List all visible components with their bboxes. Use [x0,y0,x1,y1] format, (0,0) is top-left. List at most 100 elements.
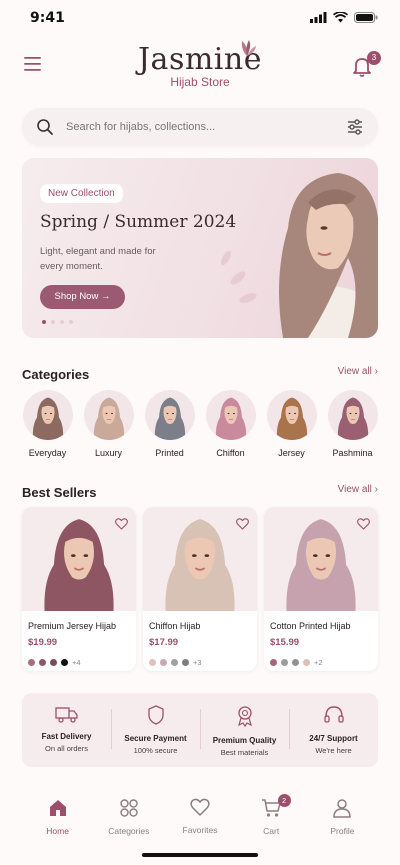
home-icon [48,800,68,822]
hero-model-image [220,173,378,338]
product-card[interactable]: Chiffon Hijab $17.99 +3 [143,507,257,671]
color-swatch[interactable] [61,659,68,666]
color-swatch[interactable] [182,659,189,666]
carousel-dot[interactable] [51,320,55,324]
tab-home[interactable]: Home [22,790,93,844]
category-list: Everyday Luxury Printed Chiffon Jersey P [22,390,382,458]
favorite-heart-icon[interactable] [357,515,370,534]
category-item[interactable]: Everyday [22,390,73,458]
brand-subtitle: Hijab Store [170,75,230,89]
feature-subtitle: Best materials [220,748,269,757]
menu-icon[interactable] [24,56,44,76]
section-title: Best Sellers [22,485,97,500]
favorite-heart-icon[interactable] [115,515,128,534]
category-item[interactable]: Printed [144,390,195,458]
feature-item: Premium Quality Best materials [200,693,289,767]
tab-label: Cart [263,826,280,836]
search-input[interactable] [66,117,326,137]
tab-categories[interactable]: Categories [93,790,164,844]
tab-cart[interactable]: Cart 2 [236,790,307,844]
tab-profile[interactable]: Profile [307,790,378,844]
view-all-categories-link[interactable]: View all › [338,366,378,377]
color-swatches: +4 [28,658,130,667]
color-swatches: +2 [270,658,372,667]
tab-label: Favorites [182,825,218,835]
filter-icon[interactable] [346,118,364,136]
best-sellers-header: Best Sellers View all › [22,482,378,502]
tab-label: Categories [108,826,150,836]
more-colors-count: +4 [72,658,81,667]
color-swatch[interactable] [171,659,178,666]
category-item[interactable]: Jersey [266,390,317,458]
category-image [266,390,317,440]
new-collection-pill: New Collection [40,184,123,203]
signal-icon [310,12,327,23]
category-item[interactable]: Pashmina [327,390,378,458]
product-price: $17.99 [149,637,179,648]
category-label: Jersey [278,448,305,458]
category-item[interactable]: Chiffon [205,390,256,458]
feature-item: Fast Delivery On all orders [22,693,111,767]
category-image [327,390,378,440]
color-swatch[interactable] [292,659,299,666]
feature-item: 24/7 Support We're here [289,693,378,767]
notification-button[interactable]: 3 [352,51,381,78]
view-all-label: View all [337,366,372,377]
favorite-heart-icon[interactable] [236,515,249,534]
color-swatch[interactable] [28,659,35,666]
product-list: Premium Jersey Hijab $19.99 +4 Chiffon H… [22,507,378,671]
hero-banner[interactable]: New Collection Spring / Summer 2024 Ligh… [22,158,378,338]
category-label: Everyday [28,448,67,458]
product-name: Premium Jersey Hijab [28,621,117,631]
status-time: 9:41 [30,10,65,26]
color-swatch[interactable] [303,659,310,666]
color-swatch[interactable] [39,659,46,666]
color-swatch[interactable] [281,659,288,666]
product-price: $19.99 [28,637,58,648]
shop-now-button[interactable]: Shop Now → [40,285,125,309]
leaf-logo-icon [241,40,256,56]
status-bar: 9:41 [0,0,400,40]
carousel-dot[interactable] [60,320,64,324]
view-all-bestsellers-link[interactable]: View all › [338,484,378,495]
product-card[interactable]: Cotton Printed Hijab $15.99 +2 [264,507,378,671]
view-all-label: View all [337,484,372,495]
color-swatch[interactable] [270,659,277,666]
battery-icon [354,12,378,23]
truck-icon [54,707,79,727]
product-card[interactable]: Premium Jersey Hijab $19.99 +4 [22,507,136,671]
feature-subtitle: We're here [315,746,352,755]
category-label: Printed [155,448,184,458]
category-image [22,390,73,440]
badge-icon [235,706,255,731]
product-image [22,507,136,616]
brand-name: Jasmine [138,42,262,77]
bottom-tab-bar: Home Categories Favorites Cart 2 Profile [22,790,378,844]
hero-description: Light, elegant and made for every moment… [40,246,156,272]
category-label: Pashmina [332,448,373,458]
color-swatch[interactable] [50,659,57,666]
status-icons [310,12,378,23]
carousel-dot[interactable] [42,320,46,324]
more-colors-count: +2 [314,658,323,667]
product-name: Chiffon Hijab [149,621,201,631]
category-image [83,390,134,440]
features-strip: Fast Delivery On all orders Secure Payme… [22,693,378,767]
feature-subtitle: 100% secure [133,746,178,755]
cart-icon [261,799,282,822]
shield-icon [146,705,166,729]
product-name: Cotton Printed Hijab [270,621,351,631]
color-swatch[interactable] [149,659,156,666]
product-image [264,507,378,616]
notification-badge: 3 [367,51,381,65]
category-item[interactable]: Luxury [83,390,134,458]
color-swatch[interactable] [160,659,167,666]
categories-header: Categories View all › [22,364,378,384]
category-label: Luxury [94,448,122,458]
carousel-dot[interactable] [69,320,73,324]
carousel-dots [42,320,73,324]
category-label: Chiffon [216,448,245,458]
store-logo[interactable]: Jasmine Hijab Store [100,40,300,89]
category-image [205,390,256,440]
tab-favorites[interactable]: Favorites [164,790,235,844]
